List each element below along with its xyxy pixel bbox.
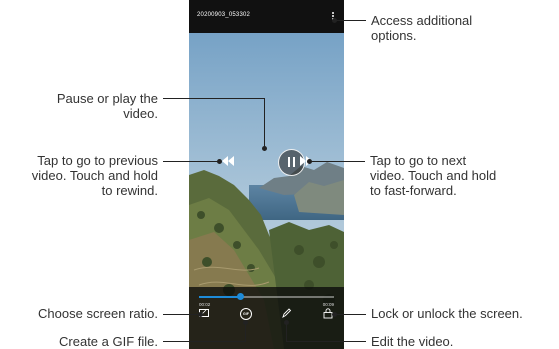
pause-icon <box>288 157 290 167</box>
leader-dot-options <box>332 18 337 23</box>
leader-dot-edit <box>284 320 289 325</box>
leader-dot-lock <box>332 312 337 317</box>
leader-line-previous <box>163 161 219 162</box>
callout-lock: Lock or unlock the screen. <box>371 306 523 321</box>
leader-dot-ratio <box>198 312 203 317</box>
progress-bar[interactable] <box>199 293 334 300</box>
bottom-bar: 00:02 00:09 GIF <box>189 287 344 349</box>
callout-next: Tap to go to next video. Touch and hold … <box>370 153 497 198</box>
leader-dot-pause <box>262 146 267 151</box>
leader-dot-gif <box>243 320 248 325</box>
leader-vline-pause <box>264 98 265 148</box>
leader-line-pause <box>163 98 264 99</box>
video-player-screen: 20200903_053302 00:02 00:09 GIF <box>189 0 344 349</box>
callout-options: Access additional options. <box>371 13 473 43</box>
leader-line-next <box>309 161 365 162</box>
leader-dot-previous <box>217 159 222 164</box>
leader-vline-edit <box>286 322 287 342</box>
top-bar: 20200903_053302 <box>189 0 344 33</box>
leader-dot-next <box>307 159 312 164</box>
previous-icon[interactable] <box>221 155 235 167</box>
leader-line-ratio <box>163 314 200 315</box>
gif-icon: GIF <box>243 312 249 316</box>
leader-line-options <box>334 20 366 21</box>
callout-gif: Create a GIF file. <box>59 334 158 349</box>
callout-screen-ratio: Choose screen ratio. <box>38 306 158 321</box>
progress-fill <box>199 296 240 298</box>
leader-line-edit <box>286 341 366 342</box>
callout-pause: Pause or play the video. <box>56 91 158 121</box>
leader-line-lock <box>334 314 366 315</box>
leader-line-gif <box>163 341 245 342</box>
edit-pencil-icon[interactable] <box>280 307 292 319</box>
leader-vline-gif <box>245 322 246 342</box>
progress-thumb[interactable] <box>236 293 244 300</box>
callout-edit: Edit the video. <box>371 334 454 349</box>
gif-button[interactable]: GIF <box>240 308 252 320</box>
pause-icon <box>293 157 295 167</box>
callout-previous: Tap to go to previous video. Touch and h… <box>31 153 158 198</box>
video-filename: 20200903_053302 <box>197 12 251 18</box>
